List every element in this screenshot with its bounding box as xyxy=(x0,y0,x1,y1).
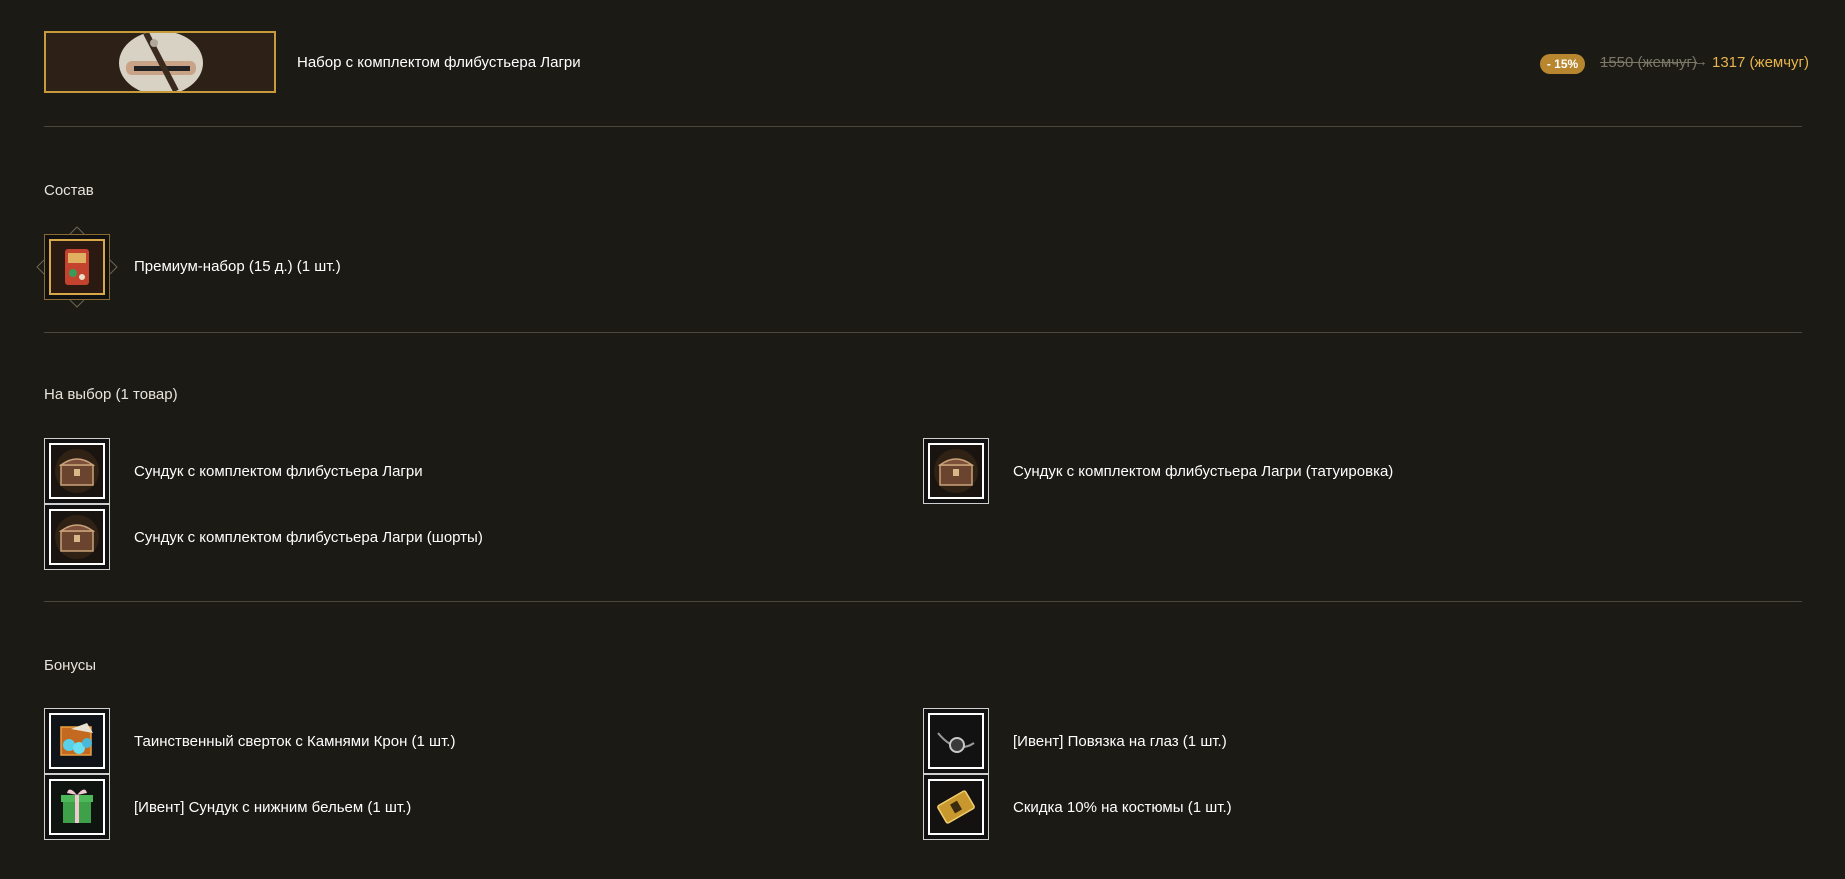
choice-item-chest[interactable] xyxy=(44,438,110,504)
section-title-choice: На выбор (1 товар) xyxy=(44,386,178,403)
choice-item-label: Сундук с комплектом флибустьера Лагри (ш… xyxy=(134,529,483,546)
bonus-item-eyepatch[interactable] xyxy=(923,708,989,774)
bonus-item-label: [Ивент] Повязка на глаз (1 шт.) xyxy=(1013,733,1227,750)
eyepatch-icon xyxy=(928,713,984,769)
choice-item-chest-tattoo[interactable] xyxy=(923,438,989,504)
chest-icon xyxy=(49,509,105,565)
new-price: 1317 (жемчуг) xyxy=(1712,54,1810,71)
selection-indicator-icon xyxy=(36,226,118,308)
section-title-composition: Состав xyxy=(44,182,94,199)
bonus-item-label: Скидка 10% на костюмы (1 шт.) xyxy=(1013,799,1232,816)
chest-icon xyxy=(49,443,105,499)
price-arrow: → xyxy=(1693,53,1708,70)
old-price: 1550 (жемчуг) xyxy=(1600,54,1698,71)
gift-box-icon xyxy=(49,779,105,835)
section-title-bonuses: Бонусы xyxy=(44,657,97,674)
bonus-item-label: Таинственный сверток с Камнями Крон (1 ш… xyxy=(134,733,456,750)
bonus-item-label: [Ивент] Сундук с нижним бельем (1 шт.) xyxy=(134,799,412,816)
coupon-icon xyxy=(928,779,984,835)
choice-item-chest-shorts[interactable] xyxy=(44,504,110,570)
bonus-item-gem-bundle[interactable] xyxy=(44,708,110,774)
divider xyxy=(44,126,1802,127)
chest-icon xyxy=(928,443,984,499)
divider xyxy=(44,601,1802,602)
bonus-item-coupon[interactable] xyxy=(923,774,989,840)
discount-badge: - 15% xyxy=(1540,54,1585,74)
bonus-item-gift-box[interactable] xyxy=(44,774,110,840)
choice-item-label: Сундук с комплектом флибустьера Лагри (т… xyxy=(1013,463,1394,480)
bundle-banner-image xyxy=(44,31,276,93)
gem-bundle-icon xyxy=(49,713,105,769)
bundle-title: Набор с комплектом флибустьера Лагри xyxy=(297,54,581,71)
divider xyxy=(44,332,1802,333)
composition-item-label: Премиум-набор (15 д.) (1 шт.) xyxy=(134,258,341,275)
choice-item-label: Сундук с комплектом флибустьера Лагри xyxy=(134,463,423,480)
